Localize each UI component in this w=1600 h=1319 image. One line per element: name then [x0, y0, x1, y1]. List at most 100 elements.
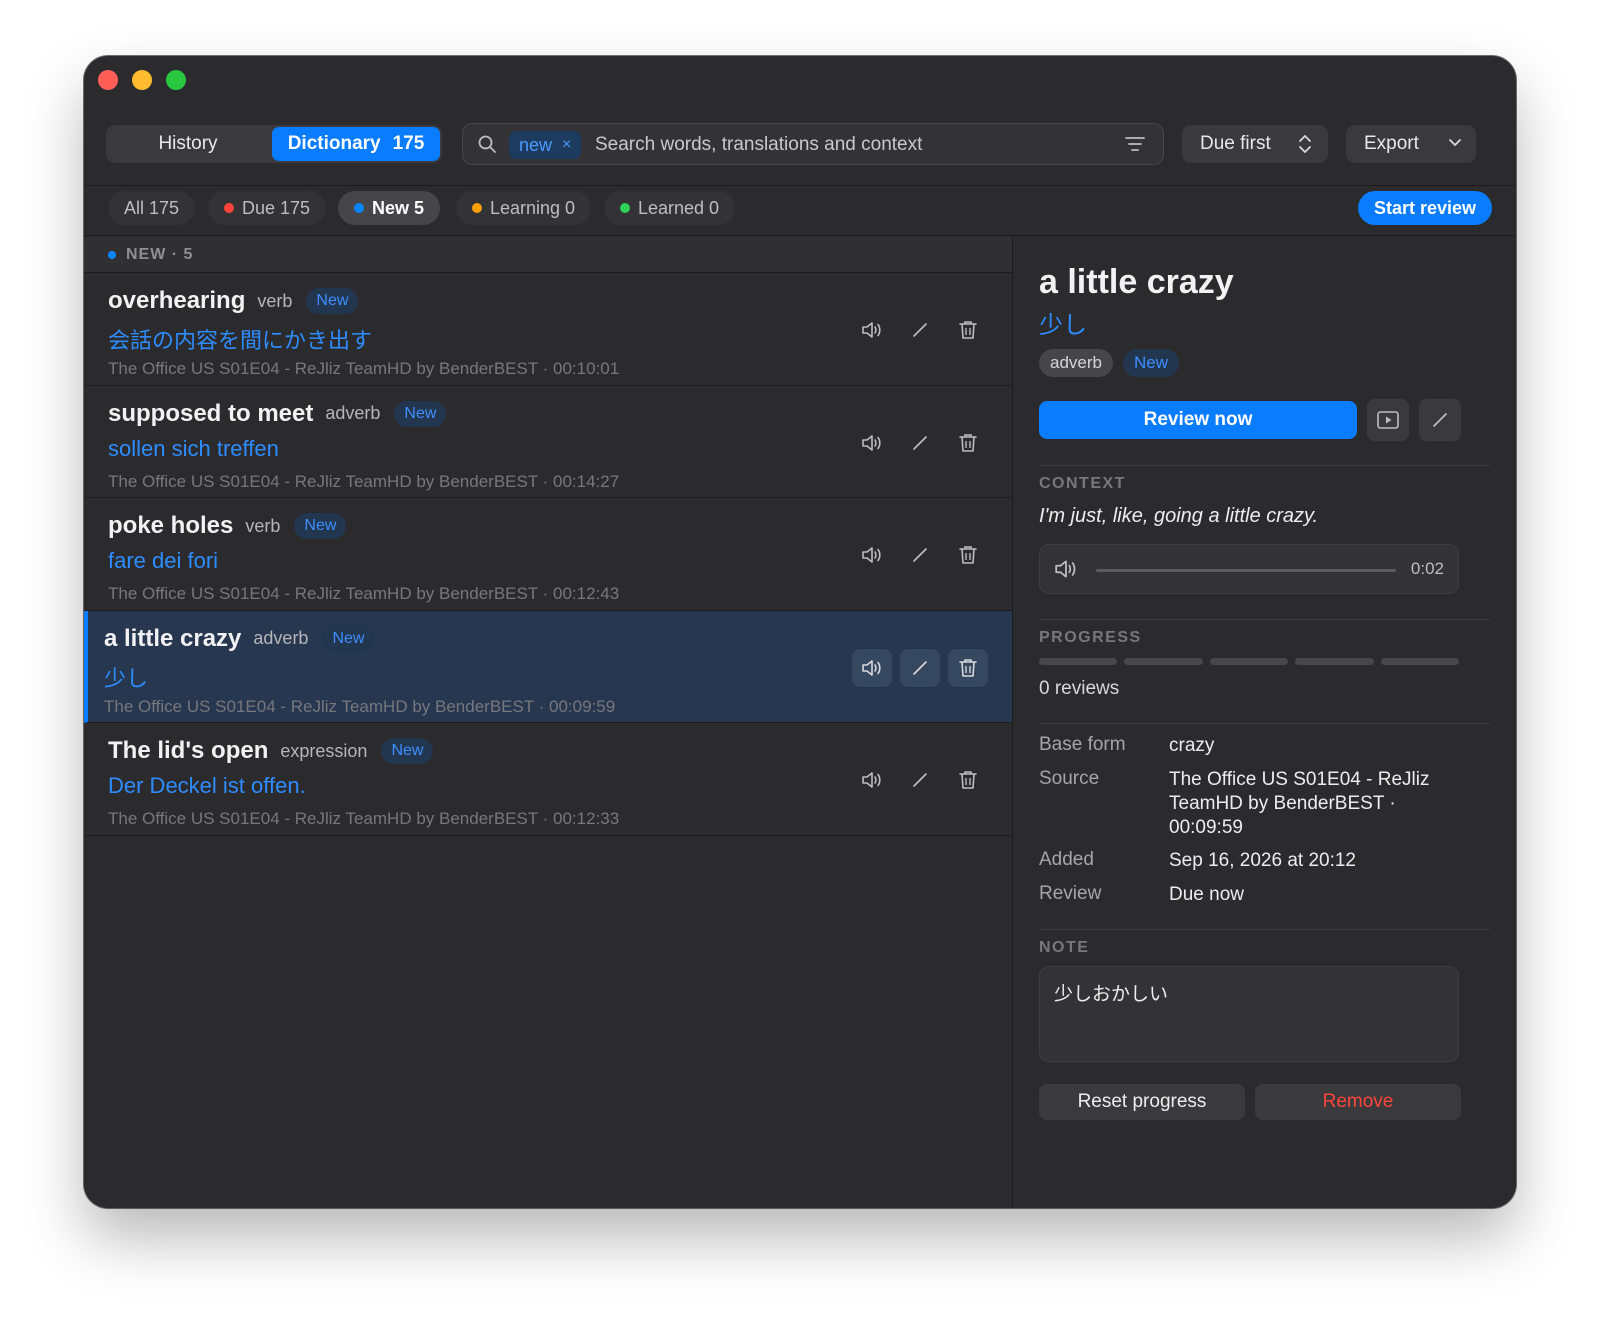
progress-step: [1295, 658, 1374, 665]
status-badge: New: [1122, 349, 1179, 377]
filter-due[interactable]: Due 175: [208, 191, 327, 225]
delete-button[interactable]: [948, 424, 988, 462]
filter-learning[interactable]: Learning 0: [456, 191, 592, 225]
context-sentence: I'm just, like, going a little crazy.: [1039, 505, 1319, 527]
filter-all[interactable]: All 175: [108, 191, 196, 225]
pencil-icon: [911, 771, 929, 789]
base-form-value: crazy: [1169, 735, 1215, 756]
chip-remove-icon[interactable]: ×: [562, 136, 571, 154]
list-item[interactable]: supposed to meet adverb New sollen sich tr…: [84, 386, 1012, 498]
trash-icon: [959, 545, 977, 565]
audio-scrubber[interactable]: [1096, 569, 1396, 572]
speaker-icon: [861, 434, 883, 452]
updown-chevron-icon: [1298, 134, 1312, 154]
note-field[interactable]: 少しおかしい: [1039, 966, 1459, 1062]
item-pos: expression: [280, 740, 368, 761]
filter-all-label: All 175: [124, 197, 180, 218]
filter-learned[interactable]: Learned 0: [604, 191, 736, 225]
reset-progress-button[interactable]: Reset progress: [1039, 1084, 1245, 1120]
learning-dot-icon: [472, 203, 482, 213]
item-word: overhearing: [108, 287, 246, 314]
play-audio-button[interactable]: [852, 424, 892, 462]
search-input[interactable]: [595, 130, 1115, 160]
list-item[interactable]: overhearing verb New 会話の内容を間にかき出す The Offi…: [84, 273, 1012, 386]
sort-select-value: Due first: [1200, 133, 1271, 154]
audio-player[interactable]: 0:02: [1039, 544, 1459, 594]
edit-button[interactable]: [900, 536, 940, 574]
search-box: new ×: [462, 123, 1164, 165]
filter-lines-icon[interactable]: [1125, 136, 1145, 152]
item-word: supposed to meet: [108, 399, 314, 427]
export-menu-button[interactable]: Export: [1346, 125, 1476, 163]
item-word: poke holes: [108, 512, 234, 539]
start-review-button[interactable]: Start review: [1357, 191, 1492, 225]
item-source: The Office US S01E04 - ReJliz TeamHD by …: [108, 584, 620, 603]
delete-button[interactable]: [948, 761, 988, 799]
divider: [1039, 723, 1490, 724]
sort-select[interactable]: Due first: [1182, 125, 1328, 163]
edit-button[interactable]: [900, 424, 940, 462]
speaker-icon: [861, 659, 883, 677]
chevron-down-icon: [1448, 138, 1462, 148]
minimize-window-button[interactable]: [132, 70, 152, 90]
progress-section-label: PROGRESS: [1039, 629, 1142, 646]
filter-new-label: New 5: [372, 197, 425, 218]
edit-word-button[interactable]: [1419, 399, 1461, 441]
item-pos: adverb: [253, 628, 309, 648]
review-count: 0 reviews: [1039, 678, 1120, 699]
play-audio-button[interactable]: [852, 648, 892, 687]
remove-button[interactable]: Remove: [1255, 1084, 1461, 1120]
tab-dictionary-label: Dictionary: [287, 133, 381, 154]
edit-button[interactable]: [900, 311, 940, 349]
tab-history[interactable]: History: [108, 127, 268, 161]
source-label: Source: [1039, 768, 1100, 789]
item-source: The Office US S01E04 - ReJliz TeamHD by …: [108, 471, 620, 491]
item-pos: verb: [257, 290, 293, 311]
view-segmented-control: History Dictionary 175: [106, 125, 442, 163]
review-now-button[interactable]: Review now: [1039, 401, 1357, 439]
play-audio-button[interactable]: [852, 311, 892, 349]
edit-button[interactable]: [900, 648, 940, 687]
source-value: The Office US S01E04 - ReJliz TeamHD by …: [1169, 769, 1430, 838]
delete-button[interactable]: [948, 536, 988, 574]
progress-bar: [1039, 658, 1460, 665]
tab-dictionary[interactable]: Dictionary 175: [272, 127, 440, 161]
progress-step: [1209, 658, 1289, 665]
delete-button[interactable]: [948, 311, 988, 349]
speaker-icon[interactable]: [1054, 559, 1078, 579]
filter-new[interactable]: New 5: [338, 191, 441, 225]
filter-learned-label: Learned 0: [638, 197, 720, 218]
audio-duration: 0:02: [1410, 559, 1444, 578]
pencil-icon: [911, 321, 929, 339]
divider: [1039, 929, 1490, 930]
progress-step: [1380, 658, 1460, 665]
play-clip-button[interactable]: [1367, 399, 1409, 441]
close-window-button[interactable]: [98, 70, 118, 90]
status-badge: New: [381, 738, 434, 764]
zoom-window-button[interactable]: [166, 70, 186, 90]
search-icon: [477, 134, 497, 154]
export-label: Export: [1364, 133, 1419, 154]
status-badge: New: [294, 513, 347, 539]
pencil-icon: [911, 546, 929, 564]
filter-due-label: Due 175: [242, 197, 311, 218]
tab-dictionary-count: 175: [392, 133, 425, 154]
play-audio-button[interactable]: [852, 536, 892, 574]
title-bar: [84, 56, 1516, 108]
learned-dot-icon: [620, 203, 630, 213]
list-item[interactable]: The lid's open expression New Der Deckel i…: [84, 723, 1012, 836]
review-now-label: Review now: [1143, 409, 1253, 430]
added-value: Sep 16, 2026 at 20:12: [1169, 850, 1356, 871]
delete-button[interactable]: [948, 648, 988, 687]
search-filter-chip[interactable]: new ×: [509, 131, 582, 159]
status-badge: New: [322, 625, 375, 652]
status-badge: New: [306, 288, 359, 314]
list-item-selected[interactable]: a little crazy adverb New 少し The Office US…: [84, 610, 1012, 723]
edit-button[interactable]: [900, 761, 940, 799]
new-dot-icon: [354, 203, 364, 213]
list-item[interactable]: poke holes verb New fare dei fori The Offi…: [84, 498, 1012, 611]
item-translation: 会話の内容を間にかき出す: [108, 328, 373, 353]
play-audio-button[interactable]: [852, 761, 892, 799]
trash-icon: [959, 658, 977, 678]
tab-history-label: History: [158, 133, 218, 154]
